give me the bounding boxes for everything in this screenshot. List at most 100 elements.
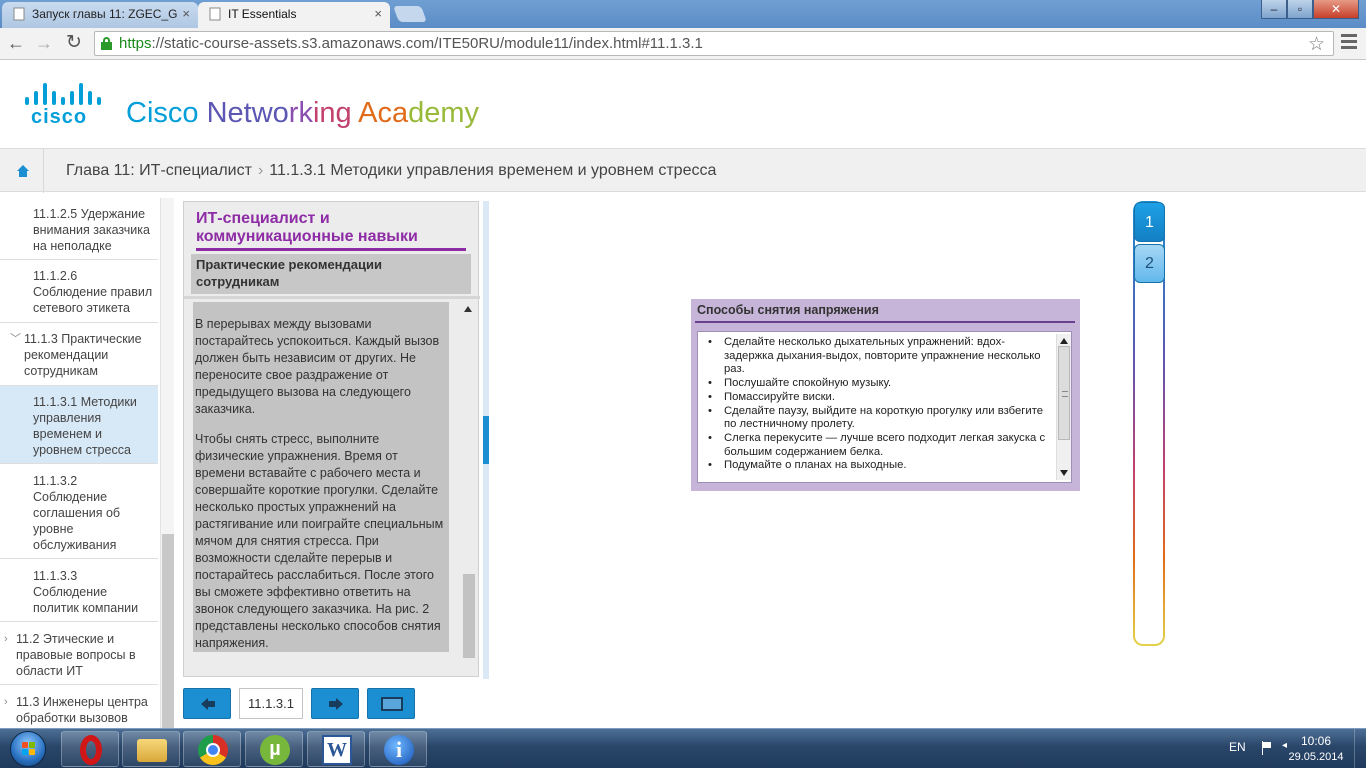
clock-date[interactable]: 29.05.2014: [1284, 751, 1348, 763]
url-text[interactable]: https://static-course-assets.s3.amazonaw…: [119, 35, 703, 52]
page-number-field[interactable]: 11.1.3.1: [239, 688, 303, 719]
tray-expand-icon[interactable]: ◂: [1282, 740, 1287, 751]
close-tab-icon[interactable]: ×: [182, 2, 190, 26]
panel-scroll-thumb[interactable]: [463, 574, 475, 658]
page-icon: [13, 7, 25, 21]
browser-menu-icon[interactable]: [1341, 34, 1357, 50]
windows-orb-icon: [10, 731, 46, 767]
action-center-flag-icon[interactable]: [1262, 741, 1274, 755]
breadcrumb-bar: Глава 11: ИТ-специалист › 11.1.3.1 Методик…: [0, 148, 1366, 193]
list-item: Послушайте спокойную музыку.: [702, 377, 1052, 391]
url-path: ://static-course-assets.s3.amazonaws.com…: [151, 35, 703, 52]
site-header: cisco Cisco Networking Academy: [0, 61, 1366, 147]
sidebar-item-11-1-3-2[interactable]: 11.1.3.2 Соблюдение соглашения об уровне…: [0, 464, 158, 559]
stress-relief-box: Способы снятия напряжения Сделайте неско…: [691, 299, 1080, 491]
panel-scrollbar[interactable]: [463, 302, 475, 668]
sidebar-item-label: 11.1.3.2 Соблюдение соглашения об уровне…: [33, 474, 121, 552]
stress-scroll-thumb[interactable]: [1058, 346, 1070, 440]
sidebar-item-label: 11.2 Этические и правовые вопросы в обла…: [16, 632, 136, 678]
cisco-wordmark: cisco: [31, 106, 88, 128]
sidebar-item-label: 11.1.3 Практические рекомендации сотрудн…: [24, 332, 142, 378]
taskbar-info[interactable]: i: [369, 731, 427, 767]
taskbar-utorrent[interactable]: µ: [245, 731, 303, 767]
breadcrumb-topic: 11.1.3.1 Методики управления временем и …: [269, 162, 717, 179]
bookmark-star-icon[interactable]: ☆: [1308, 33, 1325, 56]
start-button[interactable]: [4, 729, 52, 768]
list-item: Сделайте несколько дыхательных упражнени…: [702, 336, 1052, 377]
sidebar-item-11-3[interactable]: › 11.3 Инженеры центра обработки вызовов: [0, 685, 158, 728]
arrow-left-icon: [201, 698, 215, 710]
figure-tab-1[interactable]: 1: [1134, 202, 1165, 242]
chevron-right-icon: ›: [4, 633, 8, 645]
sidebar-item-11-1-3-3[interactable]: 11.1.3.3 Соблюдение политик компании: [0, 559, 158, 622]
sidebar-scroll-thumb[interactable]: [162, 534, 174, 728]
cisco-logo[interactable]: cisco: [22, 81, 108, 128]
sidebar-item-11-1-3[interactable]: ﹀ 11.1.3 Практические рекомендации сотру…: [0, 323, 158, 386]
language-indicator[interactable]: EN: [1229, 740, 1246, 754]
content-text-panel: ИТ-специалист и коммуникационные навыки …: [183, 201, 480, 677]
browser-tab-chapter-launch[interactable]: Запуск главы 11: ZGEC_G ×: [2, 2, 198, 28]
sidebar-item-label: 11.1.3.3 Соблюдение политик компании: [33, 569, 139, 615]
scroll-down-arrow-icon[interactable]: [1060, 470, 1068, 476]
chevron-down-icon: ﹀: [10, 333, 21, 345]
home-icon[interactable]: [0, 149, 44, 193]
panel-resize-handle[interactable]: [483, 201, 489, 679]
address-bar[interactable]: https://static-course-assets.s3.amazonaw…: [94, 31, 1334, 56]
back-arrow-icon[interactable]: ←: [4, 32, 28, 56]
panel-subtitle: Практические рекомендации сотрудникам: [191, 254, 471, 294]
next-page-button[interactable]: [311, 688, 359, 719]
stress-list-container: Сделайте несколько дыхательных упражнени…: [697, 331, 1072, 483]
scroll-up-arrow-icon[interactable]: [1060, 338, 1068, 344]
sidebar-item-11-1-3-1[interactable]: 11.1.3.1 Методики управления временем и …: [0, 386, 158, 464]
list-item: Сделайте паузу, выйдите на короткую прог…: [702, 405, 1052, 432]
scroll-up-arrow-icon[interactable]: [464, 306, 472, 312]
stress-box-title: Способы снятия напряжения: [697, 303, 879, 317]
sidebar-scrollbar[interactable]: [160, 198, 174, 728]
forward-arrow-icon[interactable]: →: [32, 32, 56, 56]
lock-icon: [101, 37, 112, 50]
windows-logo-icon: [22, 742, 36, 756]
word-icon: W: [322, 735, 352, 765]
panel-title: ИТ-специалист и коммуникационные навыки: [196, 210, 466, 251]
close-window-button[interactable]: ✕: [1313, 0, 1359, 19]
panel-divider: [184, 296, 480, 299]
utorrent-icon: µ: [260, 735, 290, 765]
academy-title: Cisco Networking Academy: [126, 97, 480, 129]
figure-tab-2[interactable]: 2: [1134, 244, 1165, 283]
taskbar-chrome[interactable]: [183, 731, 241, 767]
sidebar-item-label: 11.1.2.6 Соблюдение правил сетевого этик…: [33, 269, 153, 315]
panel-paragraph: Чтобы снять стресс, выполните физические…: [193, 418, 449, 652]
fullscreen-icon: [381, 697, 403, 711]
resize-grip[interactable]: [483, 416, 489, 464]
stress-box-rule: [695, 321, 1075, 323]
stress-list-scrollbar[interactable]: [1056, 334, 1071, 480]
info-icon: i: [384, 735, 414, 765]
taskbar-explorer[interactable]: [122, 731, 180, 767]
maximize-window-button[interactable]: ▫: [1287, 0, 1313, 19]
panel-body: В перерывах между вызовами постарайтесь …: [193, 302, 449, 652]
taskbar-opera[interactable]: [61, 731, 119, 767]
browser-tab-it-essentials[interactable]: IT Essentials ×: [198, 2, 390, 28]
taskbar-word[interactable]: W: [307, 731, 365, 767]
previous-page-button[interactable]: [183, 688, 231, 719]
close-tab-icon[interactable]: ×: [374, 2, 382, 26]
opera-icon: [80, 735, 102, 765]
breadcrumb-separator: ›: [257, 162, 264, 179]
show-desktop-button[interactable]: [1354, 729, 1366, 768]
sidebar-item-label: 11.1.3.1 Методики управления временем и …: [33, 395, 137, 457]
list-item: Слегка перекусите — лучше всего подходит…: [702, 432, 1052, 459]
cisco-bridge-icon: [25, 81, 105, 105]
chrome-icon: [198, 735, 228, 765]
new-tab-button[interactable]: [393, 6, 427, 22]
folder-icon: [137, 739, 167, 762]
sidebar-item-11-1-2-6[interactable]: 11.1.2.6 Соблюдение правил сетевого этик…: [0, 260, 158, 323]
sidebar-item-11-1-2-5[interactable]: 11.1.2.5 Удержание внимания заказчика на…: [0, 198, 158, 260]
breadcrumb-chapter[interactable]: Глава 11: ИТ-специалист: [66, 162, 252, 179]
panel-paragraph: В перерывах между вызовами постарайтесь …: [193, 302, 449, 418]
sidebar-item-11-2[interactable]: › 11.2 Этические и правовые вопросы в об…: [0, 622, 158, 685]
minimize-window-button[interactable]: –: [1261, 0, 1287, 19]
reload-icon[interactable]: ↻: [62, 32, 86, 56]
clock-time[interactable]: 10:06: [1296, 734, 1336, 748]
page-icon: [209, 7, 221, 21]
fullscreen-button[interactable]: [367, 688, 415, 719]
